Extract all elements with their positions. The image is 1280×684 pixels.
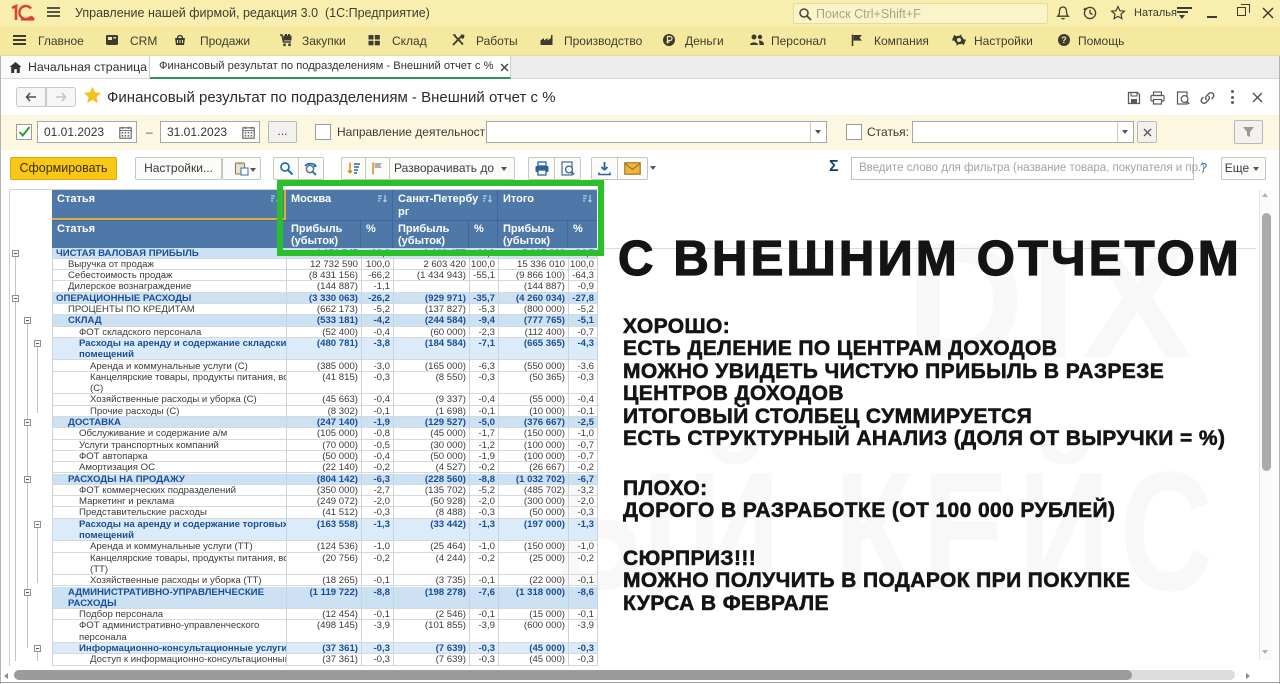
svg-text:?: ? [1061, 35, 1067, 45]
